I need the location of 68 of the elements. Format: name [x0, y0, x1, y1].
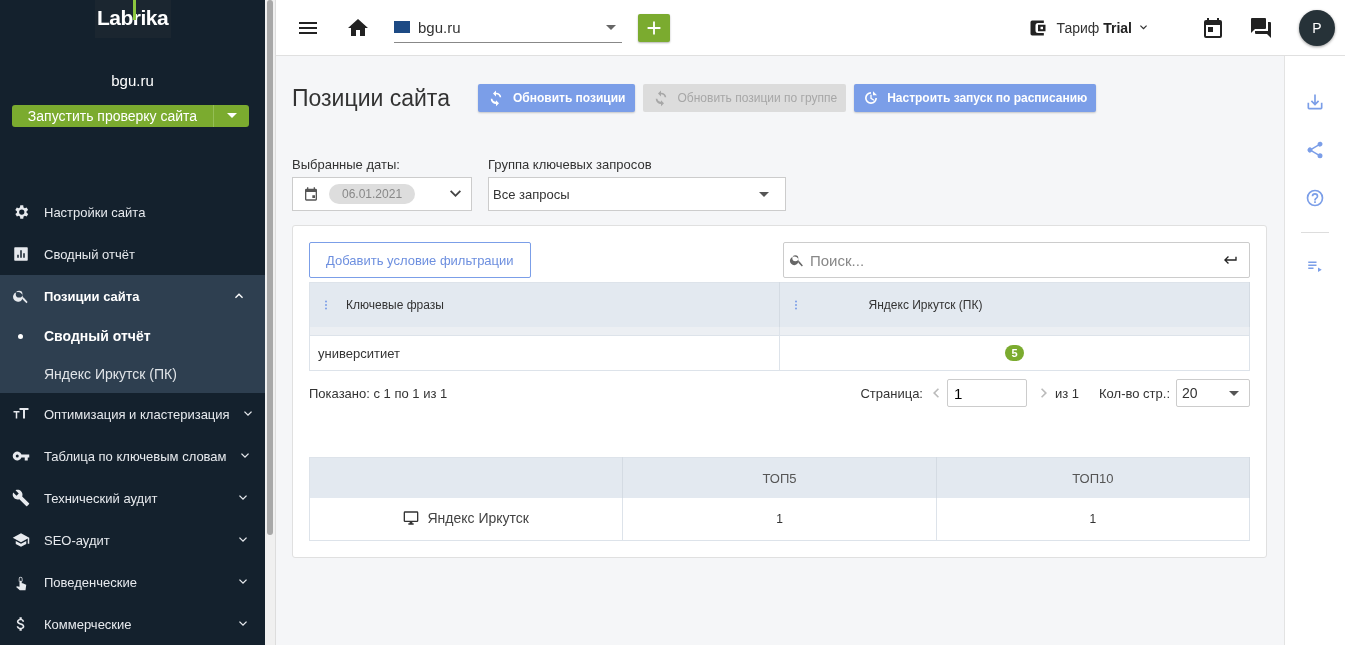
site-name: bgu.ru [110, 71, 155, 89]
table-cell: университиет [309, 335, 780, 371]
sidebar-item[interactable]: Технический аудит [0, 477, 265, 519]
wrench-icon [12, 489, 30, 507]
monitor-icon [403, 509, 420, 526]
page-title: Позиции сайта [292, 84, 450, 112]
graduation-cap-icon [12, 531, 30, 549]
bar-chart-icon [12, 245, 30, 263]
user-avatar[interactable]: P [1299, 9, 1335, 46]
tariff-menu[interactable]: Тариф Trial [1022, 16, 1153, 39]
download-icon [1305, 92, 1325, 112]
previous-page-button[interactable] [932, 388, 939, 398]
keyword-group-label: Группа ключевых запросов [488, 157, 653, 172]
calendar-icon [1201, 15, 1225, 40]
help-icon [1305, 188, 1325, 208]
column-header: ТОП5 [762, 470, 797, 486]
sidebar-item[interactable]: Настройки сайта [0, 191, 265, 233]
caret-icon [1229, 390, 1239, 396]
caret-icon [759, 191, 769, 197]
chevron-right-icon [1040, 388, 1047, 398]
sidebar-item[interactable]: Коммерческие [0, 603, 265, 645]
page-label: Страница: [860, 385, 923, 401]
per-page-label: Кол-во стр.: [1099, 385, 1170, 401]
search-field[interactable]: Поиск... [783, 242, 1250, 278]
calendar-icon [303, 186, 319, 202]
schedule-icon [863, 90, 880, 106]
site-favicon-icon [394, 21, 410, 33]
table-cell: 1 [936, 498, 1250, 541]
chevron-down-icon [240, 453, 249, 459]
position-badge: 5 [1005, 345, 1024, 361]
column-header[interactable]: Ключевые фразы [346, 298, 444, 312]
column-header[interactable]: Яндекс Иркутск (ПК) [868, 298, 983, 312]
caret-icon [226, 113, 237, 119]
next-page-button[interactable] [1040, 388, 1047, 398]
share-icon [1305, 140, 1325, 160]
caret-icon [606, 24, 616, 30]
keyword-group-select[interactable]: Все запросы [488, 177, 786, 211]
chevron-down-icon [239, 495, 247, 501]
run-options-button[interactable] [213, 104, 249, 127]
sidebar-item[interactable]: Оптимизация и кластеризация [0, 393, 265, 435]
dates-label: Выбранные даты: [292, 157, 401, 172]
chevron-down-icon [239, 579, 247, 585]
sidebar-item[interactable]: Позиции сайта [0, 275, 265, 317]
chevron-left-icon [932, 388, 939, 398]
sidebar-item[interactable]: Поведенческие [0, 561, 265, 603]
table-cell: 1 [622, 498, 937, 541]
add-site-button[interactable] [638, 13, 670, 42]
chevron-down-icon [1140, 25, 1147, 30]
sidebar-item[interactable]: SEO-аудит [0, 519, 265, 561]
scrollbar-thumb[interactable] [267, 0, 273, 535]
sidebar-subitem[interactable]: Яндекс Иркутск (ПК) [0, 355, 265, 393]
sidebar-item[interactable]: Сводный отчёт [0, 233, 265, 275]
search-engine-label: Яндекс Иркутск [403, 509, 529, 526]
sidebar-subitem[interactable]: Сводный отчёт [0, 317, 265, 355]
sidebar-item[interactable]: Таблица по ключевым словам [0, 435, 265, 477]
shown-count: Показано: с 1 по 1 из 1 [309, 385, 448, 401]
chevron-down-icon [450, 190, 461, 198]
search-icon [789, 252, 805, 268]
column-header: ТОП10 [1072, 470, 1114, 486]
chevron-down-icon [239, 537, 247, 543]
page-total: из 1 [1054, 385, 1080, 401]
chevron-down-icon [243, 411, 252, 417]
site-select[interactable]: bgu.ru [394, 12, 622, 43]
chat-icon [1249, 15, 1273, 40]
logo[interactable]: Labrika [94, 0, 171, 38]
chevron-down-icon [239, 621, 247, 627]
per-page-select[interactable]: 20 [1176, 379, 1250, 407]
page-input[interactable]: 1 [946, 379, 1027, 407]
